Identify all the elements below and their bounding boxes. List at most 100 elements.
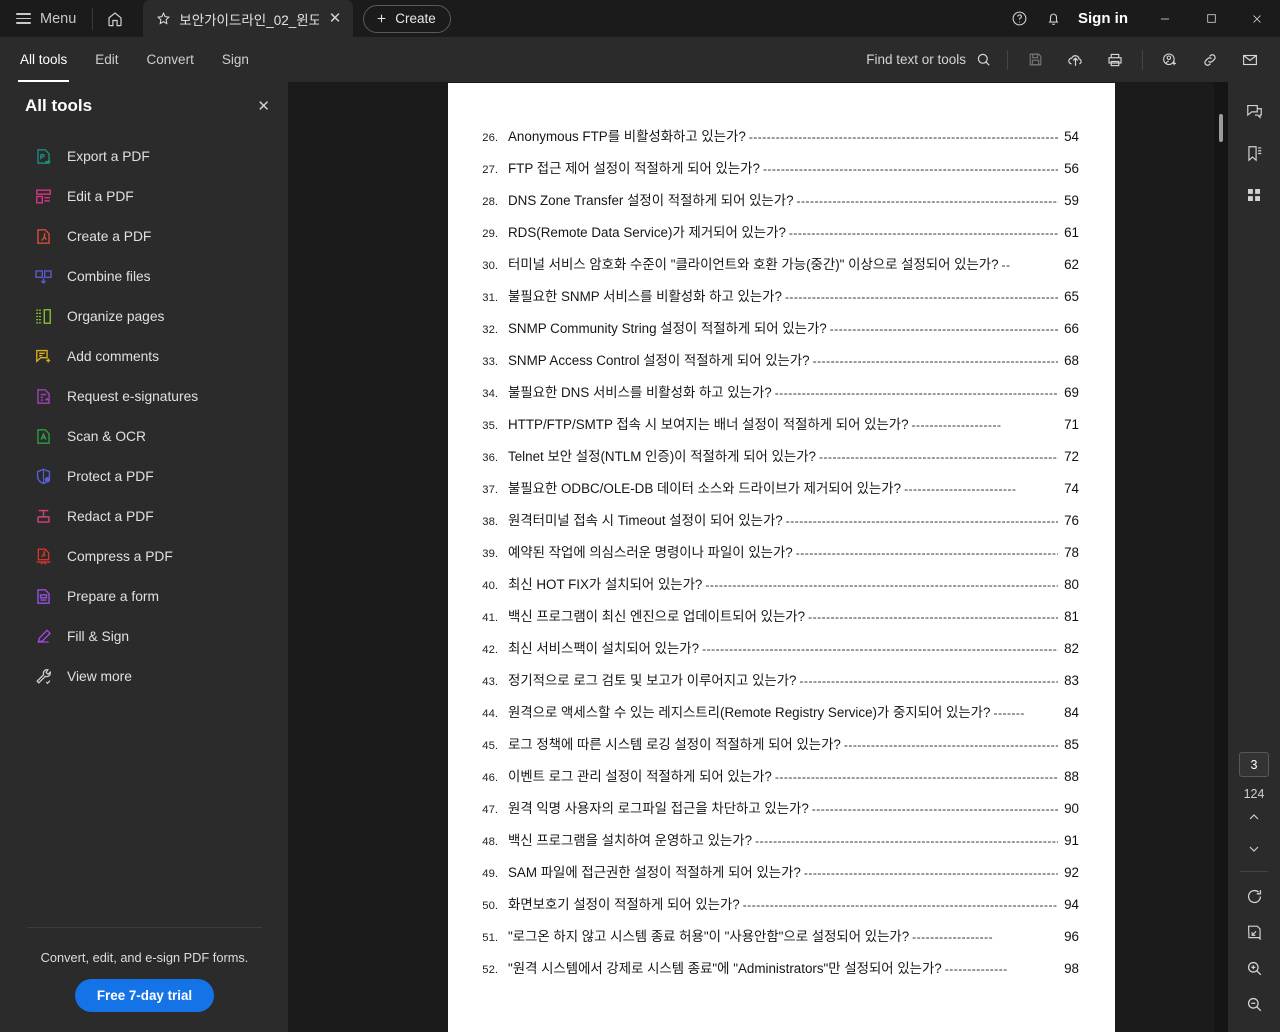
maximize-button[interactable] [1188, 0, 1234, 37]
toc-row[interactable]: 31. 불필요한 SNMP 서비스를 비활성화 하고 있는가? --------… [472, 281, 1079, 313]
toc-row[interactable]: 32. SNMP Community String 설정이 적절하게 되어 있는… [472, 313, 1079, 345]
tool-item-organize-pages[interactable]: Organize pages [0, 296, 288, 336]
mail-icon[interactable] [1230, 37, 1270, 82]
toc-row[interactable]: 41. 백신 프로그램이 최신 엔진으로 업데이트되어 있는가? -------… [472, 601, 1079, 633]
link-icon[interactable] [1190, 37, 1230, 82]
tool-item-edit-a-pdf[interactable]: Edit a PDF [0, 176, 288, 216]
current-page-input[interactable]: 3 [1239, 752, 1269, 777]
tool-item-add-comments[interactable]: Add comments [0, 336, 288, 376]
thumbnails-panel-icon[interactable] [1237, 178, 1271, 212]
find-text-or-tools[interactable]: Find text or tools [866, 51, 1000, 68]
toc-page-number: 78 [1064, 545, 1079, 560]
notification-bell-icon[interactable] [1036, 0, 1070, 37]
toc-row[interactable]: 35. HTTP/FTP/SMTP 접속 시 보여지는 배너 설정이 적절하게 … [472, 409, 1079, 441]
close-icon[interactable]: ✕ [257, 97, 270, 115]
tool-item-compress-a-pdf[interactable]: Compress a PDF [0, 536, 288, 576]
close-icon[interactable]: ✕ [327, 11, 344, 26]
minimize-button[interactable] [1142, 0, 1188, 37]
toc-number: 27. [482, 164, 498, 176]
create-button[interactable]: Create [363, 4, 451, 33]
toc-row[interactable]: 40. 최신 HOT FIX가 설치되어 있는가? --------------… [472, 569, 1079, 601]
toc-row[interactable]: 47. 원격 익명 사용자의 로그파일 접근을 차단하고 있는가? ------… [472, 793, 1079, 825]
toc-row[interactable]: 39. 예약된 작업에 의심스러운 명령이나 파일이 있는가? --------… [472, 537, 1079, 569]
tab-all-tools[interactable]: All tools [6, 37, 81, 82]
toc-row[interactable]: 26. Anonymous FTP를 비활성화하고 있는가? ---------… [472, 121, 1079, 153]
toc-row[interactable]: 42. 최신 서비스팩이 설치되어 있는가? -----------------… [472, 633, 1079, 665]
toc-row[interactable]: 43. 정기적으로 로그 검토 및 보고가 이루어지고 있는가? -------… [472, 665, 1079, 697]
zoom-in-button[interactable] [1237, 950, 1271, 986]
toc-row[interactable]: 45. 로그 정책에 따른 시스템 로깅 설정이 적절하게 되어 있는가? --… [472, 729, 1079, 761]
toc-number: 47. [482, 804, 498, 816]
upload-cloud-icon[interactable] [1055, 37, 1095, 82]
toc-page-number: 88 [1064, 769, 1079, 784]
toc-page-number: 66 [1064, 321, 1079, 336]
toc-row[interactable]: 49. SAM 파일에 접근권한 설정이 적절하게 되어 있는가? ------… [472, 857, 1079, 889]
toc-title: 원격 익명 사용자의 로그파일 접근을 차단하고 있는가? [508, 801, 809, 816]
toc-row[interactable]: 34. 불필요한 DNS 서비스를 비활성화 하고 있는가? ---------… [472, 377, 1079, 409]
menu-button[interactable]: Menu [0, 0, 90, 37]
toc-row[interactable]: 36. Telnet 보안 설정(NTLM 인증)이 적절하게 되어 있는가? … [472, 441, 1079, 473]
toc-number: 37. [482, 484, 498, 496]
star-icon[interactable] [156, 11, 171, 26]
search-icon[interactable] [975, 51, 992, 68]
toc-leader: ----------------------------------------… [799, 674, 1059, 688]
toc-leader: ----------------------------------------… [785, 514, 1058, 528]
toc-row[interactable]: 37. 불필요한 ODBC/OLE-DB 데이터 소스와 드라이브가 제거되어 … [472, 473, 1079, 505]
help-circle-icon[interactable] [1002, 0, 1036, 37]
bookmarks-panel-icon[interactable] [1237, 136, 1271, 170]
tool-item-fill-and-sign[interactable]: Fill & Sign [0, 616, 288, 656]
total-pages-label: 124 [1243, 787, 1265, 801]
tool-item-combine-files[interactable]: Combine files [0, 256, 288, 296]
home-icon [106, 10, 124, 28]
home-button[interactable] [95, 0, 135, 37]
toc-row[interactable]: 46. 이벤트 로그 관리 설정이 적절하게 되어 있는가? ---------… [472, 761, 1079, 793]
toc-row[interactable]: 48. 백신 프로그램을 설치하여 운영하고 있는가? ------------… [472, 825, 1079, 857]
tool-item-scan-and-ocr[interactable]: Scan & OCR [0, 416, 288, 456]
toc-leader: ----------------------------------------… [762, 162, 1058, 176]
tool-item-export-a-pdf[interactable]: Export a PDF [0, 136, 288, 176]
toc-row[interactable]: 52. "원격 시스템에서 강제로 시스템 종료"에 "Administrato… [472, 953, 1079, 985]
toc-page-number: 83 [1064, 673, 1079, 688]
tools-panel-title: All tools [25, 96, 93, 115]
previous-page-button[interactable] [1237, 801, 1271, 833]
zoom-out-button[interactable] [1237, 986, 1271, 1022]
scrollbar-thumb[interactable] [1219, 114, 1223, 142]
sign-in-button[interactable]: Sign in [1070, 10, 1142, 27]
document-tab[interactable]: 보안가이드라인_02_윈도… ✕ [143, 0, 354, 37]
free-trial-button[interactable]: Free 7-day trial [74, 979, 215, 1012]
save-icon[interactable] [1015, 37, 1055, 82]
toc-row[interactable]: 30. 터미널 서비스 암호화 수준이 "클라이언트와 호환 가능(중간)" 이… [472, 249, 1079, 281]
toc-row[interactable]: 28. DNS Zone Transfer 설정이 적절하게 되어 있는가? -… [472, 185, 1079, 217]
vertical-scrollbar[interactable] [1214, 82, 1228, 1032]
next-page-button[interactable] [1237, 833, 1271, 865]
window-close-button[interactable] [1234, 0, 1280, 37]
toc-title: SNMP Community String 설정이 적절하게 되어 있는가? [508, 321, 827, 336]
tool-item-create-a-pdf[interactable]: Create a PDF [0, 216, 288, 256]
toc-row[interactable]: 29. RDS(Remote Data Service)가 제거되어 있는가? … [472, 217, 1079, 249]
toc-row[interactable]: 50. 화면보호기 설정이 적절하게 되어 있는가? -------------… [472, 889, 1079, 921]
tab-edit[interactable]: Edit [81, 37, 132, 82]
tool-label: View more [67, 668, 132, 684]
toc-title: RDS(Remote Data Service)가 제거되어 있는가? [508, 225, 786, 240]
fit-page-button[interactable] [1237, 914, 1271, 950]
document-viewport[interactable]: 26. Anonymous FTP를 비활성화하고 있는가? ---------… [290, 82, 1228, 1032]
print-icon[interactable] [1095, 37, 1135, 82]
tool-item-protect-a-pdf[interactable]: Protect a PDF [0, 456, 288, 496]
protect-pdf-icon [34, 467, 53, 486]
tool-item-prepare-a-form[interactable]: Prepare a form [0, 576, 288, 616]
rotate-button[interactable] [1237, 878, 1271, 914]
tool-item-redact-a-pdf[interactable]: Redact a PDF [0, 496, 288, 536]
tools-panel-header: All tools ✕ [0, 82, 288, 130]
toc-row[interactable]: 33. SNMP Access Control 설정이 적절하게 되어 있는가?… [472, 345, 1079, 377]
tab-sign[interactable]: Sign [208, 37, 263, 82]
tab-convert[interactable]: Convert [133, 37, 208, 82]
toc-row[interactable]: 51. "로그온 하지 않고 시스템 종료 허용"이 "사용안함"으로 설정되어… [472, 921, 1079, 953]
toc-row[interactable]: 27. FTP 접근 제어 설정이 적절하게 되어 있는가? ---------… [472, 153, 1079, 185]
toc-row[interactable]: 38. 원격터미널 접속 시 Timeout 설정이 되어 있는가? -----… [472, 505, 1079, 537]
comments-panel-icon[interactable] [1237, 94, 1271, 128]
toc-row[interactable]: 44. 원격으로 액세스할 수 있는 레지스트리(Remote Registry… [472, 697, 1079, 729]
tool-item-request-e-signatures[interactable]: Request e-signatures [0, 376, 288, 416]
tool-item-view-more[interactable]: View more [0, 656, 288, 696]
toc-page-number: 84 [1064, 705, 1079, 720]
add-person-icon[interactable] [1150, 37, 1190, 82]
